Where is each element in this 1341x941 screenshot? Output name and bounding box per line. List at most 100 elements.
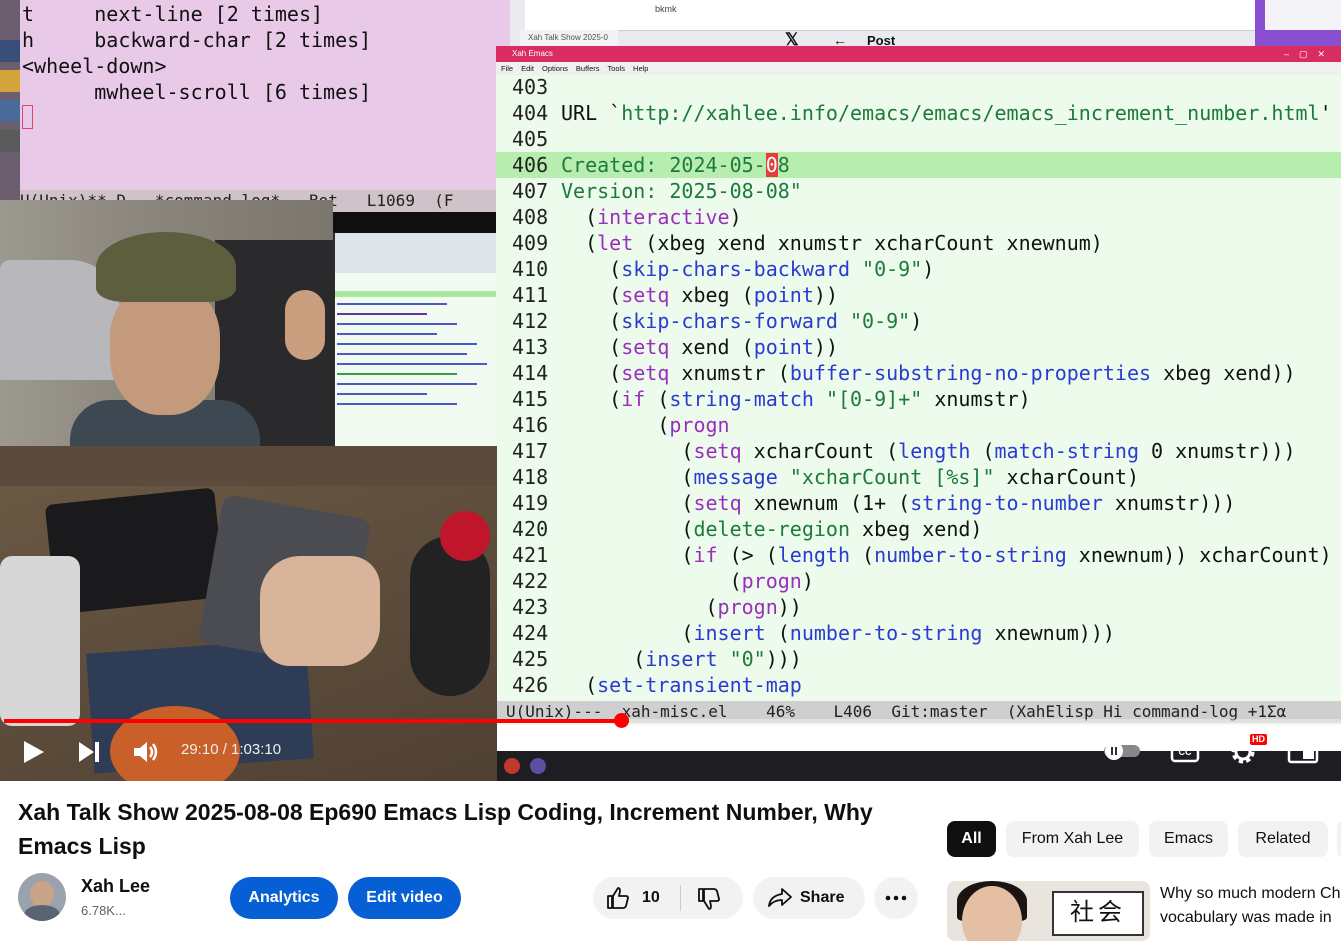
code-line: 417 (setq xcharCount (length (match-stri… bbox=[496, 438, 1341, 464]
autoplay-toggle[interactable] bbox=[1102, 741, 1142, 761]
code-text: URL `http://xahlee.info/emacs/emacs/emac… bbox=[561, 100, 1332, 126]
line-number: 404 bbox=[512, 101, 549, 125]
code-token: set-transient-map bbox=[597, 673, 802, 697]
code-token: ) bbox=[729, 205, 742, 229]
code-token: buffer-substring-no-properties bbox=[789, 361, 1152, 385]
chip-from-xah-lee[interactable]: From Xah Lee bbox=[1006, 821, 1139, 857]
line-number: 406 bbox=[512, 153, 549, 177]
bookmark-label: bkmk bbox=[655, 4, 677, 14]
code-text: (setq xend (point)) bbox=[561, 334, 838, 360]
analytics-button[interactable]: Analytics bbox=[230, 877, 338, 919]
code-token: xnumstr) bbox=[922, 387, 1031, 411]
desk-camera-overlay bbox=[0, 446, 497, 781]
code-token: "0" bbox=[729, 647, 766, 671]
desktop-taskbar bbox=[496, 751, 1341, 781]
code-token: xnewnum (1+ ( bbox=[741, 491, 911, 515]
hd-badge: HD bbox=[1250, 734, 1267, 745]
code-token: setq bbox=[621, 283, 670, 307]
emacs-title: Xah Emacs bbox=[512, 49, 553, 58]
code-text: (insert (number-to-string xnewnum))) bbox=[561, 620, 1115, 646]
line-number: 403 bbox=[512, 75, 549, 99]
volume-icon[interactable] bbox=[131, 737, 161, 767]
emacs-window: Xah Emacs –▢✕ File Edit Options Buffers Tool… bbox=[496, 46, 1341, 781]
chip-all[interactable]: All bbox=[947, 821, 996, 857]
code-token: ) bbox=[910, 309, 923, 333]
more-actions-button[interactable] bbox=[874, 877, 918, 919]
code-line: 406 Created: 2024-05-08 bbox=[496, 152, 1341, 178]
code-line: 422 (progn) bbox=[496, 568, 1341, 594]
command-log-line: h backward-char [2 times] bbox=[22, 28, 372, 52]
emacs-menu-item: Options bbox=[542, 64, 568, 73]
emacs-menu-item: Tools bbox=[607, 64, 626, 73]
like-dislike-group: 10 bbox=[593, 877, 743, 919]
progress-played bbox=[4, 719, 622, 723]
code-token: progn bbox=[669, 413, 730, 437]
code-token: interactive bbox=[597, 205, 730, 229]
recommended-video-thumbnail[interactable]: 社会 bbox=[947, 881, 1150, 941]
code-token: string-match bbox=[669, 387, 814, 411]
like-thumb-icon[interactable] bbox=[605, 886, 631, 910]
code-token: )) bbox=[813, 335, 838, 359]
code-line: 409 (let (xbeg xend xnumstr xcharCount x… bbox=[496, 230, 1341, 256]
command-log-line: <wheel-down> bbox=[22, 54, 167, 78]
line-number: 409 bbox=[512, 231, 549, 255]
code-token: xcharCount ( bbox=[741, 439, 899, 463]
code-token: ( bbox=[561, 257, 622, 281]
command-log-line: mwheel-scroll [6 times] bbox=[22, 80, 372, 104]
code-token: delete-region bbox=[693, 517, 850, 541]
chip-emacs[interactable]: Emacs bbox=[1149, 821, 1228, 857]
code-line: 415 (if (string-match "[0-9]+" xnumstr) bbox=[496, 386, 1341, 412]
text-cursor bbox=[22, 105, 33, 129]
recommended-video-title[interactable]: Why so much modern Ch vocabulary was mad… bbox=[1160, 882, 1341, 930]
closed-captions-button[interactable]: CC bbox=[1170, 738, 1200, 764]
code-text: (if (> (length (number-to-string xnewnum… bbox=[561, 542, 1331, 568]
video-player[interactable]: t next-line [2 times] h backward-char [2… bbox=[0, 0, 1341, 781]
code-token: ( bbox=[561, 543, 694, 567]
line-number: 410 bbox=[512, 257, 549, 281]
code-token: URL ` bbox=[561, 101, 622, 125]
next-video-button[interactable] bbox=[74, 737, 104, 767]
code-line: 408 (interactive) bbox=[496, 204, 1341, 230]
code-token: match-string bbox=[994, 439, 1140, 463]
line-number: 408 bbox=[512, 205, 549, 229]
code-token: (xbeg xend xnumstr xcharCount xnewnum) bbox=[633, 231, 1103, 255]
emacs-editor: 403 404 URL `http://xahlee.info/emacs/emac… bbox=[496, 75, 1341, 725]
code-token: 0 xnumstr))) bbox=[1139, 439, 1296, 463]
code-token: ( bbox=[561, 673, 598, 697]
more-horizontal-icon bbox=[885, 895, 907, 901]
edit-video-button[interactable]: Edit video bbox=[348, 877, 461, 919]
code-token: ( bbox=[765, 621, 790, 645]
line-number: 421 bbox=[512, 543, 549, 567]
play-button[interactable] bbox=[18, 737, 48, 767]
code-token: length bbox=[898, 439, 971, 463]
code-token: "0-9" bbox=[850, 309, 911, 333]
code-line: 403 bbox=[496, 74, 1341, 100]
code-token: ( bbox=[645, 387, 670, 411]
code-token: ( bbox=[561, 387, 622, 411]
code-token: number-to-string bbox=[874, 543, 1067, 567]
like-count[interactable]: 10 bbox=[642, 877, 660, 919]
line-number: 422 bbox=[512, 569, 549, 593]
code-token: xbeg xend)) bbox=[1151, 361, 1296, 385]
code-line: 404 URL `http://xahlee.info/emacs/emacs/e… bbox=[496, 100, 1341, 126]
code-line: 410 (skip-chars-backward "0-9") bbox=[496, 256, 1341, 282]
code-text: (interactive) bbox=[561, 204, 742, 230]
miniplayer-icon[interactable] bbox=[1287, 738, 1319, 764]
emacs-menu-item: Help bbox=[633, 64, 649, 73]
code-token: ( bbox=[561, 465, 694, 489]
chip-related[interactable]: Related bbox=[1238, 821, 1328, 857]
channel-avatar[interactable] bbox=[18, 873, 66, 921]
code-text: (set-transient-map bbox=[561, 672, 802, 698]
code-token: setq bbox=[621, 361, 670, 385]
emacs-menu-item: Buffers bbox=[575, 64, 600, 73]
line-number: 426 bbox=[512, 673, 549, 697]
code-token: ( bbox=[970, 439, 995, 463]
share-button[interactable]: Share bbox=[753, 877, 865, 919]
code-text: (setq xbeg (point)) bbox=[561, 282, 838, 308]
code-token: insert bbox=[693, 621, 766, 645]
channel-name[interactable]: Xah Lee bbox=[81, 876, 150, 897]
line-number: 419 bbox=[512, 491, 549, 515]
chip-overflow[interactable] bbox=[1337, 821, 1341, 857]
dislike-thumb-icon[interactable] bbox=[696, 887, 722, 911]
